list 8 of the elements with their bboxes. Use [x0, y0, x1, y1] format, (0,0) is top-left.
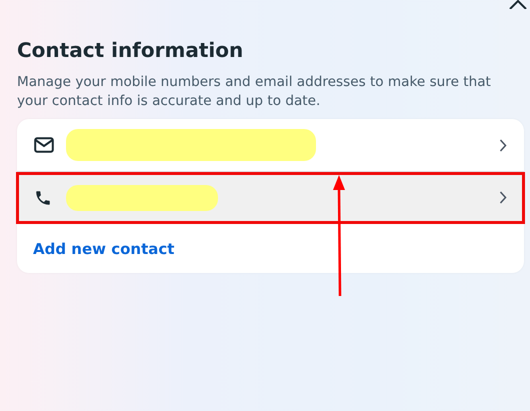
chevron-right-icon [499, 191, 507, 204]
chevron-right-icon [499, 138, 507, 152]
close-icon[interactable] [509, 0, 527, 9]
envelope-icon [34, 137, 54, 153]
page-title: Contact information [17, 37, 244, 64]
phone-icon [34, 188, 52, 206]
add-contact-link[interactable]: Add new contact [17, 224, 190, 273]
description-text: Manage your mobile numbers and email addresses to make sure that your contact info is accurate and up to date. [17, 73, 492, 111]
